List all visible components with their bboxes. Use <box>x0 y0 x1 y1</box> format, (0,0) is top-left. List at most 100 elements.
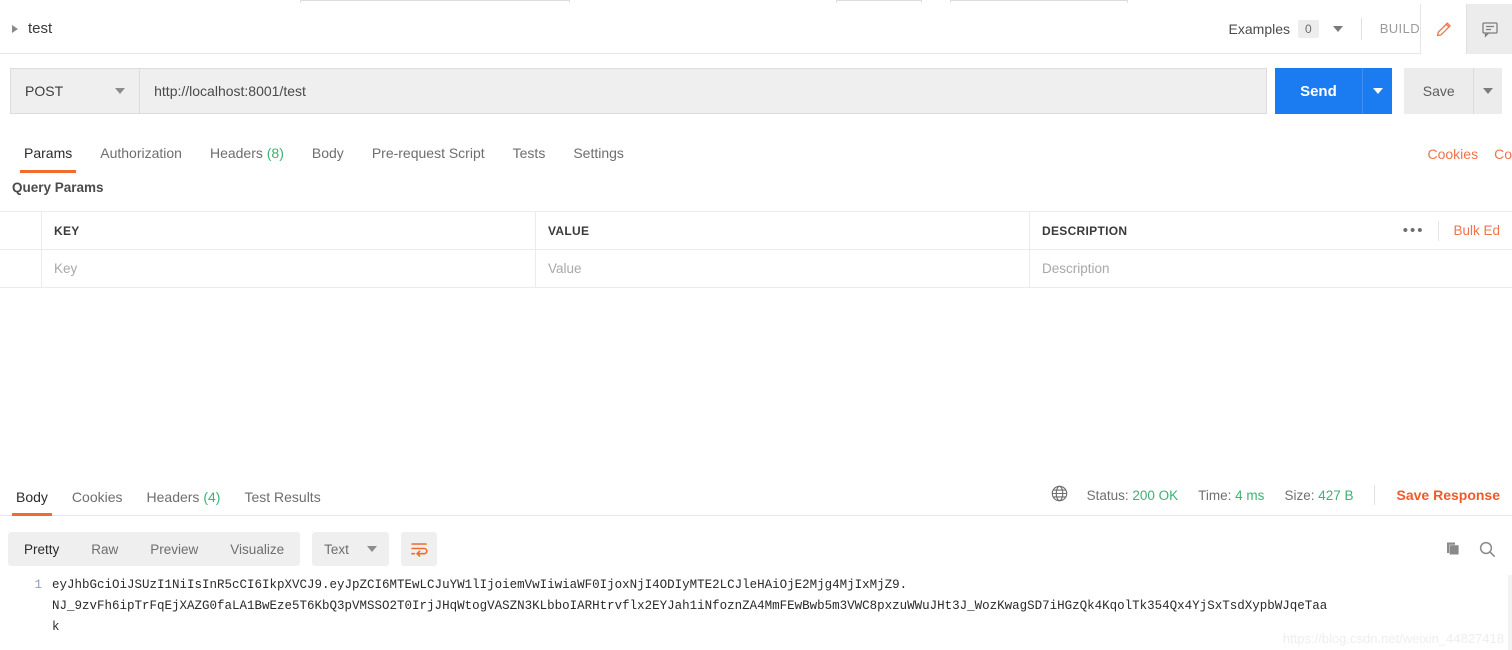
tab-strip-segment[interactable] <box>950 0 1128 3</box>
view-mode-group: Pretty Raw Preview Visualize <box>8 532 301 566</box>
tab-strip-segment[interactable] <box>300 0 570 3</box>
divider <box>1373 485 1375 505</box>
view-mode-visualize[interactable]: Visualize <box>214 532 300 566</box>
value-placeholder: Value <box>548 261 582 276</box>
column-header-description: DESCRIPTION ••• Bulk Ed <box>1030 212 1512 249</box>
column-label: KEY <box>54 223 80 238</box>
tab-label: Headers <box>146 489 200 505</box>
key-input[interactable]: Key <box>42 250 536 287</box>
chevron-down-icon <box>366 546 377 552</box>
http-method-select[interactable]: POST <box>10 68 140 114</box>
tab-label: Params <box>24 145 73 161</box>
tab-tests[interactable]: Tests <box>499 145 560 172</box>
time-label: Time: <box>1198 487 1232 503</box>
row-checkbox-cell[interactable] <box>0 250 42 287</box>
examples-control[interactable]: Examples 0 <box>1229 19 1343 38</box>
description-input[interactable]: Description <box>1030 250 1512 287</box>
query-params-title: Query Params <box>12 180 104 195</box>
tab-params[interactable]: Params <box>10 145 86 173</box>
chevron-down-icon[interactable] <box>1332 25 1343 32</box>
response-format-select[interactable]: Text <box>312 532 389 566</box>
url-input[interactable]: http://localhost:8001/test <box>139 68 1268 114</box>
tab-authorization[interactable]: Authorization <box>86 145 196 172</box>
response-tab-body[interactable]: Body <box>4 489 60 516</box>
select-all-cell[interactable] <box>0 212 42 249</box>
search-icon <box>1479 541 1495 557</box>
size-label: Size: <box>1284 487 1315 503</box>
ellipsis-icon[interactable]: ••• <box>1403 222 1425 239</box>
tab-label: Tests <box>512 145 546 161</box>
tab-body[interactable]: Body <box>298 145 358 172</box>
response-tab-headers[interactable]: Headers (4) <box>135 489 233 515</box>
send-button[interactable]: Send <box>1275 68 1362 114</box>
code-line: NJ_9zvFh6ipTrFqEjXAZG0faLA1BwEze5T6KbQ3p… <box>0 596 1512 617</box>
save-button[interactable]: Save <box>1404 68 1474 114</box>
request-tabs: Params Authorization Headers (8) Body Pr… <box>0 130 1512 173</box>
divider <box>1360 17 1362 40</box>
tab-label: Cookies <box>71 489 123 505</box>
tab-label: Test Results <box>244 489 321 505</box>
description-placeholder: Description <box>1042 261 1110 276</box>
response-tabs: Body Cookies Headers (4) Test Results St… <box>0 476 1512 516</box>
size-badge: Size: 427 B <box>1284 488 1353 503</box>
tab-count: (8) <box>266 145 284 161</box>
examples-count-badge: 0 <box>1298 19 1319 38</box>
response-status-bar: Status: 200 OK Time: 4 ms Size: 427 B Sa… <box>1050 484 1512 515</box>
chevron-down-icon <box>115 88 126 94</box>
request-title-row: test Examples 0 BUILD <box>0 3 1512 54</box>
response-scrollbar[interactable] <box>1508 575 1512 650</box>
view-mode-raw[interactable]: Raw <box>75 532 134 566</box>
bulk-edit-link[interactable]: Bulk Ed <box>1453 223 1500 238</box>
triangle-right-icon[interactable] <box>12 24 18 33</box>
tab-headers[interactable]: Headers (8) <box>196 145 298 172</box>
request-name-group[interactable]: test <box>0 20 52 37</box>
edit-button[interactable] <box>1420 3 1466 54</box>
column-header-value: VALUE <box>536 212 1030 249</box>
comments-button[interactable] <box>1466 3 1512 54</box>
tab-label: Pre-request Script <box>371 145 485 161</box>
url-value: http://localhost:8001/test <box>154 83 306 99</box>
http-method-value: POST <box>25 83 64 99</box>
word-wrap-button[interactable] <box>400 532 437 566</box>
tab-label: Body <box>16 489 48 505</box>
line-content: NJ_9zvFh6ipTrFqEjXAZG0faLA1BwEze5T6KbQ3p… <box>52 599 1328 613</box>
tab-pre-request-script[interactable]: Pre-request Script <box>358 145 499 172</box>
response-tab-cookies[interactable]: Cookies <box>60 489 135 515</box>
tab-label: Headers <box>209 145 263 161</box>
divider <box>1438 220 1440 241</box>
build-label[interactable]: BUILD <box>1380 21 1420 36</box>
time-badge: Time: 4 ms <box>1198 488 1264 503</box>
tab-label: Authorization <box>100 145 182 161</box>
comment-icon <box>1481 21 1498 38</box>
code-line: 1 eyJhbGciOiJSUzI1NiIsInR5cCI6IkpXVCJ9.e… <box>0 575 1512 596</box>
size-value: 427 B <box>1318 487 1354 503</box>
response-tab-test-results[interactable]: Test Results <box>232 489 332 515</box>
tab-settings[interactable]: Settings <box>559 145 638 172</box>
copy-icon <box>1447 542 1459 555</box>
cookies-link[interactable]: Cookies <box>1428 146 1479 162</box>
watermark: https://blog.csdn.net/weixin_44827418 <box>1282 631 1504 646</box>
status-value: 200 OK <box>1132 487 1179 503</box>
copy-button[interactable] <box>1436 532 1470 566</box>
send-options-button[interactable] <box>1361 68 1393 114</box>
line-number: 1 <box>34 578 42 592</box>
response-toolbar-actions <box>1436 532 1504 566</box>
tab-strip-segment[interactable] <box>836 0 922 3</box>
save-response-button[interactable]: Save Response <box>1397 487 1501 503</box>
request-name: test <box>28 20 53 37</box>
status-label: Status: <box>1086 487 1129 503</box>
title-row-actions: Examples 0 BUILD <box>1229 3 1512 54</box>
search-button[interactable] <box>1470 532 1504 566</box>
key-placeholder: Key <box>54 261 78 276</box>
globe-icon[interactable] <box>1050 484 1069 506</box>
value-input[interactable]: Value <box>536 250 1030 287</box>
view-mode-pretty[interactable]: Pretty <box>8 532 75 566</box>
response-format-value: Text <box>324 541 349 557</box>
response-view-toolbar: Pretty Raw Preview Visualize Text <box>0 527 1512 571</box>
view-mode-preview[interactable]: Preview <box>134 532 214 566</box>
code-link[interactable]: Co <box>1494 146 1512 162</box>
table-row: Key Value Description <box>0 250 1512 288</box>
pencil-icon <box>1436 21 1451 36</box>
save-options-button[interactable] <box>1473 68 1502 114</box>
tab-label: Body <box>311 145 344 161</box>
